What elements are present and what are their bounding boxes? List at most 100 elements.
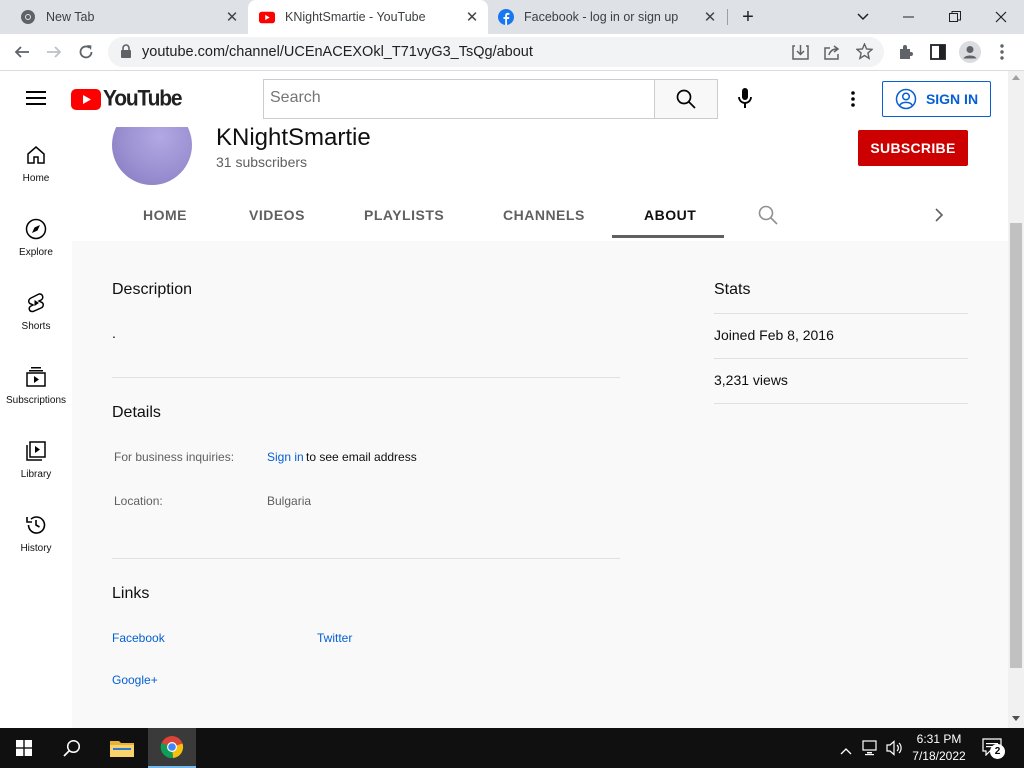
- links-heading: Links: [112, 585, 150, 602]
- search-button[interactable]: [654, 79, 718, 119]
- guide-item-label: Library: [20, 469, 52, 480]
- close-tab-icon[interactable]: ✕: [222, 7, 242, 27]
- divider: [112, 558, 620, 559]
- email-hint-text: to see email address: [306, 450, 417, 464]
- guide-sidebar: Home Explore Shorts Subscriptions Librar…: [0, 127, 72, 728]
- page-scrollbar[interactable]: [1008, 71, 1024, 728]
- location-label: Location:: [114, 494, 163, 508]
- minimize-button[interactable]: [886, 0, 932, 34]
- subscriptions-icon: [24, 365, 48, 389]
- clock-date: 7/18/2022: [912, 749, 966, 763]
- close-tab-icon[interactable]: ✕: [462, 7, 482, 27]
- browser-tab-strip: New Tab ✕ KNightSmartie - YouTube ✕ Face…: [0, 0, 1024, 34]
- account-icon: [895, 88, 917, 110]
- forward-icon[interactable]: [40, 38, 68, 66]
- address-bar[interactable]: youtube.com/channel/UCEnACEXOkl_T71vyG3_…: [108, 37, 884, 67]
- youtube-page: KNightSmartie 31 subscribers SUBSCRIBE H…: [0, 71, 1024, 728]
- sign-in-label: SIGN IN: [925, 91, 979, 107]
- divider: [714, 403, 968, 404]
- google-plus-link[interactable]: Google+: [112, 673, 158, 687]
- scroll-up-arrow-icon[interactable]: [1012, 75, 1020, 80]
- install-app-icon[interactable]: [792, 44, 809, 65]
- volume-icon[interactable]: [886, 740, 904, 761]
- guide-menu-icon[interactable]: [26, 90, 46, 111]
- search-box[interactable]: [263, 79, 655, 119]
- tab-search-icon[interactable]: [840, 0, 886, 34]
- reload-icon[interactable]: [72, 38, 100, 66]
- search-icon: [63, 739, 81, 757]
- tab-playlists[interactable]: PLAYLISTS: [364, 207, 444, 223]
- back-icon[interactable]: [8, 38, 36, 66]
- restore-button[interactable]: [932, 0, 978, 34]
- tab-title: Facebook - log in or sign up: [524, 10, 679, 24]
- chrome-menu-icon[interactable]: [988, 38, 1016, 66]
- profile-icon[interactable]: [956, 38, 984, 66]
- chrome-icon: [20, 9, 36, 25]
- channel-header: KNightSmartie 31 subscribers SUBSCRIBE H…: [72, 105, 1008, 241]
- search-input[interactable]: [270, 80, 650, 116]
- share-icon[interactable]: [824, 44, 841, 65]
- show-hidden-icons-icon[interactable]: [840, 742, 852, 760]
- close-tab-icon[interactable]: ✕: [700, 7, 720, 27]
- details-heading: Details: [112, 404, 161, 421]
- action-center-button[interactable]: 2: [982, 736, 1006, 760]
- bookmark-star-icon[interactable]: [855, 42, 874, 65]
- home-icon: [24, 143, 48, 167]
- joined-date: Joined Feb 8, 2016: [714, 327, 834, 343]
- facebook-favicon-icon: [498, 9, 514, 25]
- youtube-logo-text: YouTube: [103, 86, 183, 111]
- youtube-masthead: YouTube SIGN IN: [0, 71, 1024, 127]
- twitter-link[interactable]: Twitter: [317, 631, 352, 645]
- youtube-logo[interactable]: YouTube: [71, 86, 183, 111]
- divider: [714, 313, 968, 314]
- youtube-favicon-icon: [259, 9, 275, 25]
- scroll-down-arrow-icon[interactable]: [1012, 716, 1020, 721]
- start-button[interactable]: [0, 728, 48, 768]
- tab-home[interactable]: HOME: [143, 207, 187, 223]
- network-icon[interactable]: [862, 740, 880, 761]
- tab-facebook[interactable]: Facebook - log in or sign up ✕: [488, 0, 726, 34]
- active-tab-indicator: [612, 235, 724, 238]
- tab-channels[interactable]: CHANNELS: [503, 207, 585, 223]
- folder-icon: [110, 741, 134, 757]
- guide-item-library[interactable]: Library: [0, 423, 72, 497]
- chrome-taskbar-button[interactable]: [148, 728, 196, 768]
- settings-menu-icon[interactable]: [851, 91, 855, 112]
- guide-item-subscriptions[interactable]: Subscriptions: [0, 349, 72, 423]
- channel-name: KNightSmartie: [216, 124, 371, 151]
- voice-search-icon[interactable]: [738, 88, 752, 115]
- channel-search-icon[interactable]: [758, 205, 778, 230]
- new-tab-button[interactable]: +: [726, 0, 770, 34]
- tab-about[interactable]: ABOUT: [644, 207, 696, 223]
- guide-item-history[interactable]: History: [0, 497, 72, 571]
- file-explorer-button[interactable]: [98, 728, 146, 768]
- tab-videos[interactable]: VIDEOS: [249, 207, 305, 223]
- sign-in-link[interactable]: Sign in: [267, 450, 304, 464]
- description-heading: Description: [112, 281, 193, 298]
- subscriber-count: 31 subscribers: [216, 154, 308, 170]
- side-panel-icon[interactable]: [924, 38, 952, 66]
- extensions-icon[interactable]: [892, 38, 920, 66]
- taskbar-search-button[interactable]: [48, 728, 96, 768]
- history-icon: [24, 513, 48, 537]
- guide-item-label: Home: [22, 173, 50, 184]
- facebook-link[interactable]: Facebook: [112, 631, 165, 645]
- description-text: .: [112, 325, 116, 341]
- tab-youtube[interactable]: KNightSmartie - YouTube ✕: [248, 0, 488, 34]
- tabs-next-chevron-icon[interactable]: [934, 207, 944, 228]
- clock[interactable]: 6:31 PM 7/18/2022: [906, 731, 972, 765]
- guide-item-shorts[interactable]: Shorts: [0, 275, 72, 349]
- tab-new-tab[interactable]: New Tab ✕: [0, 0, 248, 34]
- close-window-button[interactable]: [978, 0, 1024, 34]
- guide-item-home[interactable]: Home: [0, 127, 72, 201]
- view-count: 3,231 views: [714, 372, 788, 388]
- guide-item-explore[interactable]: Explore: [0, 201, 72, 275]
- scrollbar-thumb[interactable]: [1010, 223, 1022, 668]
- guide-item-label: History: [20, 543, 52, 554]
- subscribe-button[interactable]: SUBSCRIBE: [858, 130, 968, 166]
- location-value: Bulgaria: [267, 494, 312, 508]
- guide-item-label: Explore: [19, 247, 53, 258]
- lock-icon[interactable]: [120, 44, 132, 64]
- tab-title: New Tab: [46, 10, 95, 24]
- sign-in-button[interactable]: SIGN IN: [882, 81, 991, 117]
